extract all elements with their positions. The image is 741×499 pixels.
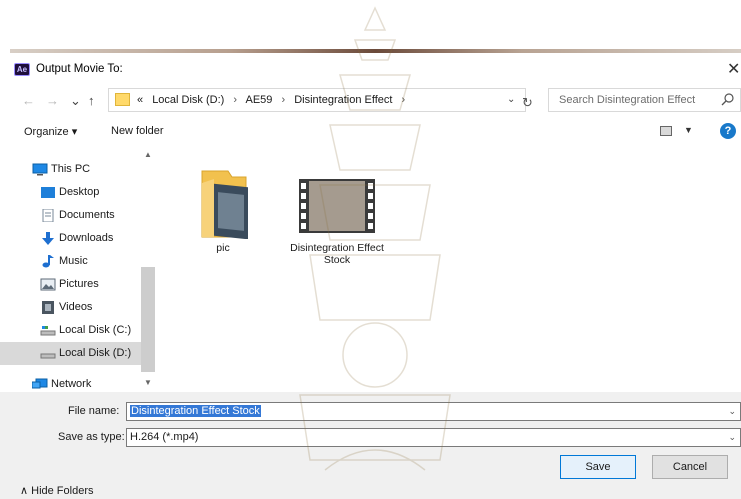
breadcrumb-separator: › — [281, 94, 286, 106]
close-icon[interactable]: ✕ — [727, 59, 740, 79]
nav-item-label: Documents — [59, 209, 115, 221]
chevron-down-icon[interactable]: ⌄ — [507, 94, 515, 105]
nav-item-label: This PC — [51, 163, 91, 175]
file-name-input[interactable]: Disintegration Effect Stock ⌄ — [126, 402, 741, 421]
breadcrumb-separator: › — [401, 94, 406, 106]
cancel-button[interactable]: Cancel — [652, 455, 728, 479]
scroll-up-icon[interactable]: ▲ — [144, 150, 152, 159]
documents-icon — [42, 209, 54, 222]
nav-item-videos[interactable]: Videos — [0, 296, 141, 319]
view-dropdown-caret-icon[interactable]: ▼ — [684, 125, 693, 135]
file-name: pic — [216, 242, 230, 254]
network-icon — [32, 378, 48, 389]
desktop-icon — [41, 187, 55, 198]
after-effects-app-icon: Ae — [14, 63, 30, 76]
file-item-video[interactable]: Disintegration Effect Stock — [287, 163, 387, 266]
search-icon — [721, 93, 734, 106]
up-arrow-icon[interactable]: ↑ — [88, 93, 95, 108]
nav-item-label: Network — [51, 378, 92, 390]
breadcrumb-disintegration-effect[interactable]: Disintegration Effect — [294, 94, 392, 106]
scrollbar-thumb[interactable] — [141, 267, 155, 372]
nav-item-label: Downloads — [59, 232, 114, 244]
folder-icon — [115, 93, 130, 106]
nav-item-label: Local Disk (C:) — [59, 324, 132, 336]
background-area — [0, 0, 741, 55]
file-name-label: File name: — [68, 405, 120, 417]
search-input[interactable]: Search Disintegration Effect — [548, 88, 741, 112]
refresh-icon[interactable]: ↻ — [522, 95, 533, 111]
address-row: ← → ⌄ ↑ « Local Disk (D:) › AE59 › Disin… — [0, 85, 741, 115]
chevron-down-icon[interactable]: ⌄ — [728, 432, 736, 443]
nav-item-label: Desktop — [59, 186, 100, 198]
file-name-value: Disintegration Effect Stock — [130, 405, 261, 417]
nav-item-desktop[interactable]: Desktop — [0, 181, 141, 204]
forward-arrow-icon[interactable]: → — [46, 93, 59, 108]
back-arrow-icon[interactable]: ← — [22, 93, 35, 108]
nav-item-downloads[interactable]: Downloads — [0, 227, 141, 250]
view-options-icon[interactable] — [660, 126, 672, 136]
search-placeholder: Search Disintegration Effect — [559, 94, 696, 106]
nav-item-label: Pictures — [59, 278, 99, 290]
pc-icon — [32, 163, 48, 176]
drive-d-icon — [40, 353, 56, 359]
chevron-up-icon: ∧ — [20, 485, 29, 497]
navigation-pane: This PC Desktop Documents Downloads Musi… — [0, 149, 155, 392]
new-folder-button[interactable]: New folder — [111, 125, 164, 137]
organize-menu[interactable]: Organize ▾ — [24, 125, 77, 138]
chevron-down-small-icon[interactable]: ⌄ — [70, 93, 81, 109]
nav-item-documents[interactable]: Documents — [0, 204, 141, 227]
file-item-folder[interactable]: pic — [173, 163, 273, 254]
save-dialog: Ae Output Movie To: ✕ ← → ⌄ ↑ « Local Di… — [0, 53, 741, 499]
file-list: pic Disintegration Effect Stock — [158, 149, 741, 392]
nav-item-local-disk-c[interactable]: Local Disk (C:) — [0, 319, 141, 342]
save-as-type-select[interactable]: H.264 (*.mp4) ⌄ — [126, 428, 741, 447]
breadcrumb-ae59[interactable]: AE59 — [246, 94, 273, 106]
title-bar: Ae Output Movie To: ✕ — [0, 53, 741, 85]
nav-item-local-disk-d[interactable]: Local Disk (D:) — [0, 342, 141, 365]
breadcrumb: « Local Disk (D:) › AE59 › Disintegratio… — [137, 94, 411, 106]
breadcrumb-local-disk-d[interactable]: Local Disk (D:) — [152, 94, 224, 106]
scroll-down-icon[interactable]: ▼ — [144, 378, 152, 387]
hide-folders-button[interactable]: ∧ Hide Folders — [20, 484, 93, 497]
save-as-type-label: Save as type: — [58, 431, 125, 443]
address-bar[interactable]: « Local Disk (D:) › AE59 › Disintegratio… — [108, 88, 526, 112]
downloads-icon — [42, 232, 54, 245]
dialog-footer: File name: Disintegration Effect Stock ⌄… — [0, 392, 741, 499]
drive-c-icon — [40, 326, 56, 336]
breadcrumb-overflow[interactable]: « — [137, 94, 143, 106]
videos-icon — [42, 301, 54, 314]
nav-item-this-pc[interactable]: This PC — [0, 158, 141, 181]
save-as-type-value: H.264 (*.mp4) — [130, 431, 199, 443]
nav-item-music[interactable]: Music — [0, 250, 141, 273]
music-icon — [42, 255, 54, 268]
breadcrumb-separator: › — [233, 94, 238, 106]
hide-folders-label: Hide Folders — [31, 485, 94, 497]
nav-item-pictures[interactable]: Pictures — [0, 273, 141, 296]
pictures-icon — [40, 278, 56, 291]
nav-item-label: Videos — [59, 301, 93, 313]
help-icon[interactable]: ? — [720, 123, 736, 139]
folder-icon — [201, 170, 248, 240]
nav-item-label: Local Disk (D:) — [59, 347, 132, 359]
video-file-icon — [299, 179, 375, 233]
save-button[interactable]: Save — [560, 455, 636, 479]
toolbar: Organize ▾ New folder ▼ ? — [0, 117, 741, 145]
chevron-down-icon[interactable]: ⌄ — [728, 406, 736, 417]
nav-item-label: Music — [59, 255, 88, 267]
file-name: Disintegration Effect Stock — [290, 242, 384, 266]
dialog-title: Output Movie To: — [36, 63, 123, 75]
